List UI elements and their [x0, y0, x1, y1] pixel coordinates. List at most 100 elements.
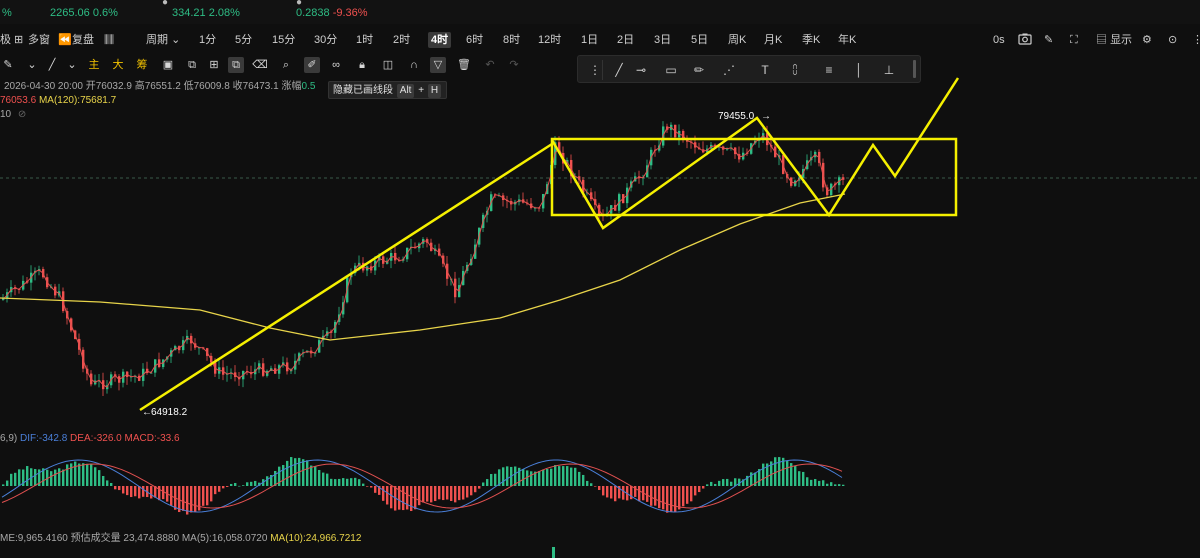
macd-bar — [138, 486, 141, 499]
macd-bar — [494, 473, 497, 486]
macd-bar — [318, 470, 321, 486]
macd-bar — [558, 466, 561, 486]
macd-bar — [230, 483, 233, 486]
macd-bar — [50, 471, 53, 486]
macd-bar — [338, 478, 341, 486]
macd-bar — [426, 486, 429, 502]
macd-bar — [66, 464, 69, 486]
macd-bar — [590, 483, 593, 486]
macd-bar — [130, 486, 133, 498]
macd-bar — [70, 463, 73, 486]
candlestick-series — [2, 121, 845, 397]
macd-bar — [762, 463, 765, 486]
macd-bar — [14, 472, 17, 486]
trend-line-drawing[interactable] — [139, 142, 553, 412]
macd-bar — [454, 486, 457, 503]
macd-bar — [654, 486, 657, 506]
macd-bar — [250, 481, 253, 486]
macd-bar — [782, 457, 785, 486]
macd-bar — [834, 484, 837, 486]
macd-bar — [666, 486, 669, 513]
macd-bar — [362, 483, 365, 486]
ma10-label: MA(10): — [270, 533, 306, 544]
macd-bar — [418, 486, 421, 506]
macd-bar — [246, 482, 249, 486]
macd-bar — [282, 465, 285, 486]
macd-bar — [446, 486, 449, 500]
macd-bar — [658, 486, 661, 509]
macd-bar — [98, 470, 101, 486]
macd-bar — [682, 486, 685, 507]
macd-bar — [330, 478, 333, 486]
arrow-right-icon: → — [761, 111, 771, 122]
macd-bar — [202, 486, 205, 506]
macd-histogram — [2, 457, 845, 515]
macd-bar — [554, 465, 557, 486]
macd-bar — [294, 458, 297, 486]
macd-bar — [646, 486, 649, 502]
macd-bar — [706, 484, 709, 486]
macd-bar — [422, 486, 425, 503]
volume-row: ME:9,965.4160 预估成交量 23,474.8880 MA(5):16… — [0, 533, 361, 545]
macd-bar — [134, 486, 137, 497]
macd-bar — [306, 460, 309, 486]
macd-bar — [434, 486, 437, 502]
macd-bar — [582, 474, 585, 486]
macd-bar — [602, 486, 605, 496]
macd-bar — [286, 460, 289, 486]
macd-bar — [678, 486, 681, 510]
macd-bar — [222, 486, 225, 489]
macd-bar — [410, 486, 413, 512]
macd-bar — [358, 479, 361, 486]
macd-bar — [694, 486, 697, 496]
macd-bar — [158, 486, 161, 501]
macd-bar — [86, 463, 89, 486]
est-volume-value: 23,474.8880 — [123, 533, 180, 544]
macd-bar — [662, 486, 665, 510]
macd-bar — [18, 469, 21, 486]
macd-bar — [266, 476, 269, 486]
macd-bar — [830, 482, 833, 486]
macd-bar — [190, 486, 193, 513]
macd-bar — [474, 486, 477, 493]
macd-bar — [182, 486, 185, 511]
price-chart[interactable]: 79455.0 → ← 64918.2 — [0, 0, 1200, 558]
zigzag-drawing[interactable] — [550, 77, 960, 230]
volume-value: 9,965.4160 — [17, 533, 68, 544]
macd-bar — [594, 486, 597, 487]
macd-bar — [810, 479, 813, 486]
macd-bar — [94, 467, 97, 486]
macd-bar — [622, 486, 625, 500]
macd-bar — [462, 486, 465, 500]
macd-bar — [562, 466, 565, 486]
macd-bar — [826, 483, 829, 486]
macd-bar — [6, 480, 9, 486]
macd-bar — [806, 477, 809, 486]
macd-bar — [842, 484, 845, 486]
macd-bar — [802, 471, 805, 486]
macd-bar — [194, 486, 197, 512]
macd-bar — [90, 463, 93, 486]
est-volume-label: 预估成交量 — [70, 533, 121, 544]
macd-bar — [150, 486, 153, 499]
macd-bar — [798, 471, 801, 486]
macd-bar — [374, 486, 377, 493]
macd-bar — [450, 486, 453, 502]
macd-bar — [218, 486, 221, 492]
macd-bar — [102, 475, 105, 486]
macd-bar — [702, 486, 705, 489]
macd-bar — [486, 479, 489, 486]
macd-bar — [674, 486, 677, 512]
macd-bar — [838, 484, 841, 486]
macd-bar — [142, 486, 145, 497]
macd-bar — [390, 486, 393, 509]
macd-bar — [818, 480, 821, 486]
dea-label: DEA: — [70, 433, 94, 444]
macd-bar — [718, 480, 721, 486]
macd-bar — [478, 486, 481, 489]
dea-value: -326.0 — [93, 433, 122, 444]
macd-bar — [698, 486, 701, 493]
macd-bar — [58, 468, 61, 486]
macd-bar — [350, 478, 353, 486]
macd-bar — [482, 482, 485, 486]
